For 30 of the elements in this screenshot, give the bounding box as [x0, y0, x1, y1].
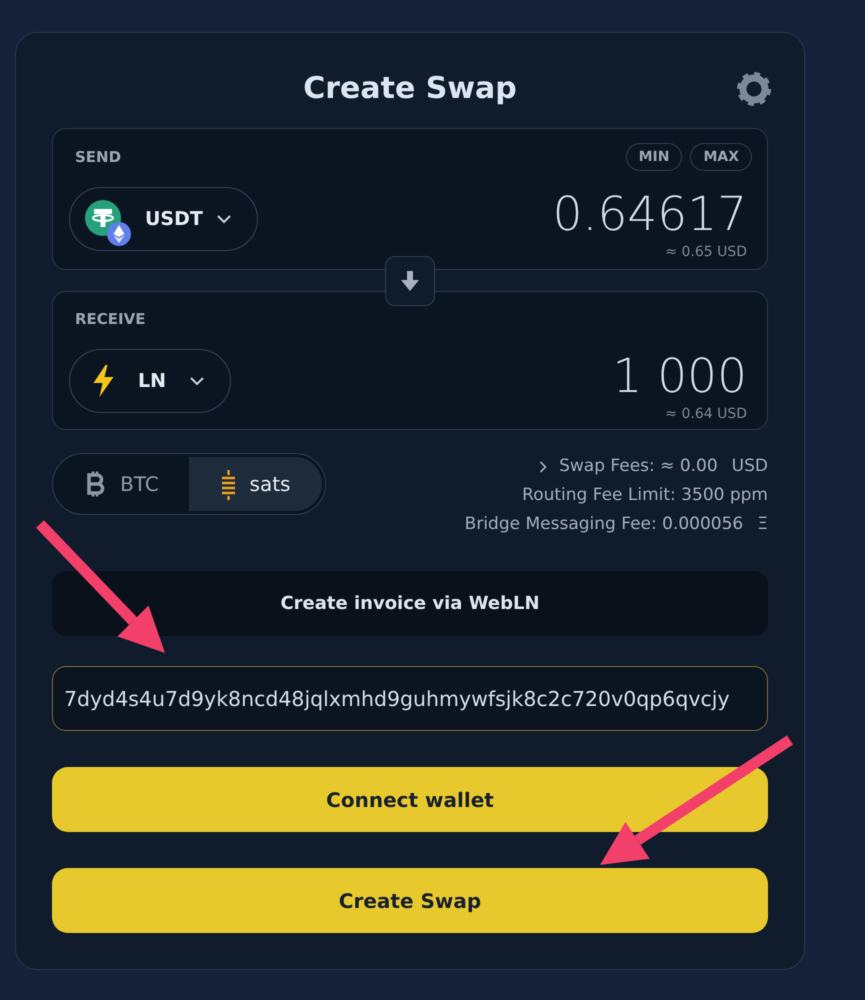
fiat-value: ≈ 0.64 USD	[665, 405, 747, 423]
swap-direction-button[interactable]	[385, 256, 435, 306]
chevron-right-icon[interactable]	[539, 460, 548, 472]
settings-icon[interactable]	[737, 72, 771, 106]
amount-value: 0.64617	[552, 187, 747, 243]
amount-preset-button[interactable]: MIN	[626, 143, 682, 171]
arrow-down-icon	[401, 270, 419, 290]
token-selector[interactable]: USDT	[69, 187, 258, 251]
fiat-value: ≈ 0.65 USD	[665, 243, 747, 261]
amount-preset-button[interactable]: MAX	[690, 143, 752, 171]
fee-text: Routing Fee Limit: 3500 ppm	[522, 484, 768, 507]
chevron-down-icon	[190, 377, 204, 385]
section-label: RECEIVE	[75, 310, 146, 328]
amount-value: 1 000	[612, 349, 747, 405]
chevron-down-icon	[216, 215, 231, 223]
fee-text: Swap Fees: ≈ 0.00	[559, 455, 718, 478]
sats-icon	[220, 468, 236, 500]
unit-option[interactable]: sats	[189, 457, 322, 511]
invoice-field[interactable]: 7dyd4s4u7d9yk8ncd48jqlxmhd9guhmywfsjk8c2c720v0qp6qvcjy	[52, 666, 768, 731]
unit-option[interactable]: BTC	[56, 457, 189, 511]
webln-invoice-button[interactable]: Create invoice via WebLN	[52, 571, 768, 636]
primary-button[interactable]: Create Swap	[52, 868, 768, 933]
fee-text: Bridge Messaging Fee: 0.000056	[464, 513, 744, 536]
page-title: Create Swap	[303, 70, 517, 108]
primary-button[interactable]: Connect wallet	[52, 767, 768, 832]
bitcoin-icon	[86, 471, 106, 497]
fee-unit: Ξ	[757, 513, 768, 536]
fee-unit: USD	[732, 455, 768, 478]
token-selector[interactable]: LN	[69, 349, 232, 413]
section-label: SEND	[75, 148, 122, 166]
